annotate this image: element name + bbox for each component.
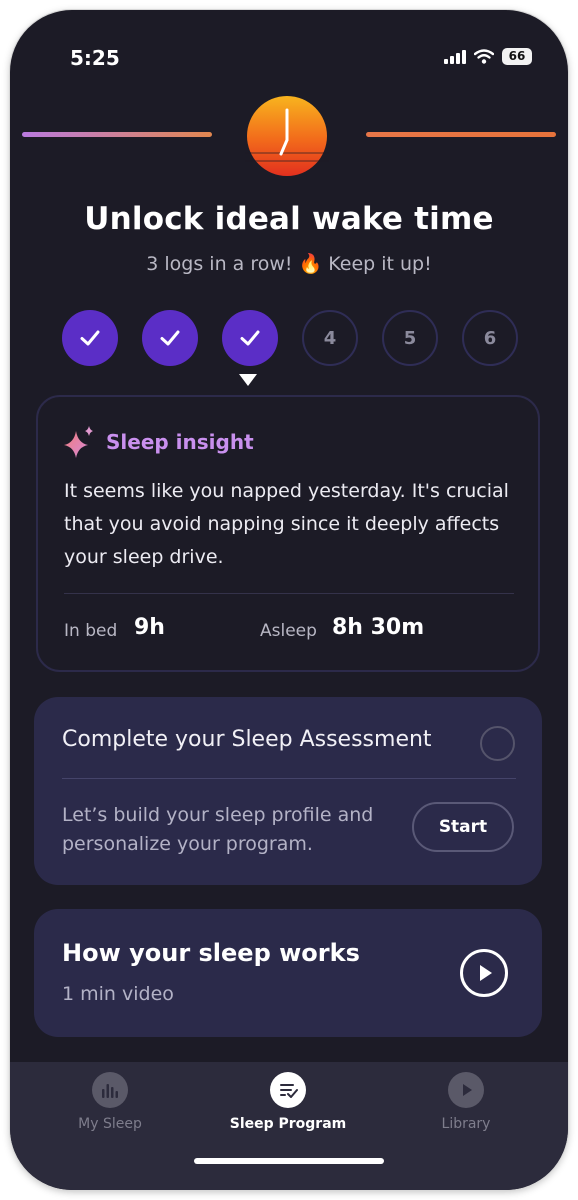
phone-screen: 5:25 66 Unlock ideal wake time 3 logs in… xyxy=(10,10,568,1190)
tab-bar: My Sleep Sleep Program Library xyxy=(10,1062,568,1190)
current-step-pointer xyxy=(239,374,257,386)
assessment-description: Let’s build your sleep profile and perso… xyxy=(62,804,374,855)
sparkle-icon xyxy=(64,426,93,458)
in-bed-value: 9h xyxy=(134,615,165,640)
sleep-assessment-card[interactable]: Complete your Sleep Assessment Let’s bui… xyxy=(34,697,542,885)
insight-header: Sleep insight xyxy=(62,425,254,459)
page-subtitle: 3 logs in a row! 🔥 Keep it up! xyxy=(146,253,432,275)
insight-title: Sleep insight xyxy=(106,430,254,454)
bar-chart-icon xyxy=(92,1072,128,1108)
signal-icon xyxy=(444,49,466,64)
progress-track-left xyxy=(22,132,212,137)
sunrise-clock-icon xyxy=(245,96,329,176)
checklist-icon xyxy=(270,1072,306,1108)
step-6: 6 xyxy=(462,310,518,366)
assessment-status-circle xyxy=(480,726,515,761)
assessment-title: Complete your Sleep Assessment xyxy=(62,727,432,752)
insight-body: It seems like you napped yesterday. It's… xyxy=(64,480,509,568)
sleep-insight-card: Sleep insight It seems like you napped y… xyxy=(36,395,540,672)
step-5: 5 xyxy=(382,310,438,366)
play-video-button[interactable] xyxy=(460,949,508,997)
tab-sleep-program[interactable]: Sleep Program xyxy=(208,1072,368,1132)
tab-label: Library xyxy=(441,1116,491,1132)
streak-steps: 4 5 6 xyxy=(62,310,518,366)
status-time: 5:25 xyxy=(70,46,120,70)
page-title: Unlock ideal wake time xyxy=(84,201,494,237)
battery-icon: 66 xyxy=(502,48,532,65)
video-title: How your sleep works xyxy=(62,939,360,967)
checkmark-icon xyxy=(80,330,100,346)
divider xyxy=(62,778,516,779)
progress-track-right xyxy=(366,132,556,137)
step-1 xyxy=(62,310,118,366)
step-2 xyxy=(142,310,198,366)
wifi-icon xyxy=(474,49,494,64)
tab-label: Sleep Program xyxy=(229,1116,347,1132)
asleep-label: Asleep xyxy=(260,621,317,641)
play-icon xyxy=(480,965,492,981)
tab-my-sleep[interactable]: My Sleep xyxy=(30,1072,190,1132)
sleep-video-card[interactable]: How your sleep works 1 min video xyxy=(34,909,542,1037)
home-indicator xyxy=(194,1158,384,1164)
start-button[interactable]: Start xyxy=(412,802,514,852)
step-4: 4 xyxy=(302,310,358,366)
step-3 xyxy=(222,310,278,366)
video-duration: 1 min video xyxy=(62,983,174,1005)
checkmark-icon xyxy=(160,330,180,346)
checkmark-icon xyxy=(240,330,260,346)
play-icon xyxy=(448,1072,484,1108)
in-bed-label: In bed xyxy=(64,621,118,641)
divider xyxy=(64,593,514,594)
tab-library[interactable]: Library xyxy=(386,1072,546,1132)
status-icons: 66 xyxy=(444,48,532,65)
tab-label: My Sleep xyxy=(78,1116,142,1132)
asleep-value: 8h 30m xyxy=(332,615,425,640)
